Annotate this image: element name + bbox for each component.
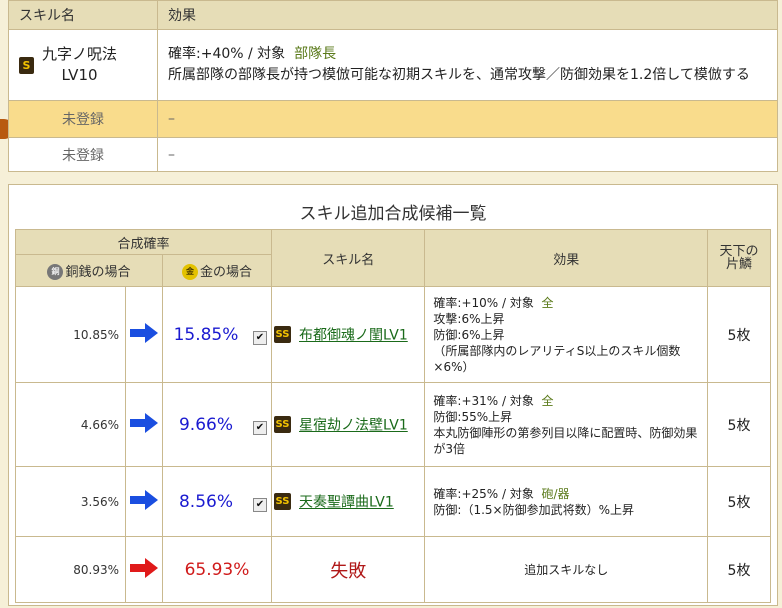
header-skill: スキル名 <box>270 229 426 287</box>
header-effect: 効果 <box>157 0 778 30</box>
candidate-row-fail: 80.93% 65.93% 失敗 追加スキルなし 5枚 <box>15 536 771 603</box>
header-effect: 効果 <box>424 229 708 287</box>
skill-link[interactable]: 天奏聖譚曲LV1 <box>299 495 394 511</box>
header-scale-l2: 片鱗 <box>725 257 752 272</box>
scale-count: 5枚 <box>707 286 771 383</box>
select-checkbox[interactable]: ✔ <box>249 382 272 467</box>
gold-rate: 8.56% <box>162 466 249 537</box>
skill-effect: 確率:+25% / 対象 砲/器 防御:（1.5×防御参加武将数）%上昇 <box>424 466 708 537</box>
arrow-right-icon <box>125 286 163 383</box>
candidate-row: 10.85% 15.85% ✔ SS 布都御魂ノ閨LV1 確率:+10% / 対象… <box>15 286 771 383</box>
candidate-table: 合成確率 スキル名 効果 天下の 片鱗 銅銅銭の場合 金金の場合 10.85% 1… <box>15 229 771 603</box>
scale-count: 5枚 <box>707 536 771 603</box>
effect-desc: 所属部隊の部隊長が持つ模倣可能な初期スキルを、通常攻撃／防御効果を1.2倍して模… <box>168 67 750 83</box>
rank-ss-icon: SS <box>274 326 291 344</box>
candidate-panel: スキル追加合成候補一覧 合成確率 スキル名 効果 天下の 片鱗 銅銅銭の場合 金金… <box>8 184 778 606</box>
empty-slot-row[interactable]: 未登録 – <box>8 100 778 138</box>
panel-title: スキル追加合成候補一覧 <box>299 204 487 224</box>
equipped-skill-row: S 九字ノ呪法 LV10 確率:+40% / 対象 部隊長 所属部隊の部隊長が持つ模… <box>8 29 778 101</box>
skill-link[interactable]: 布都御魂ノ閨LV1 <box>299 328 408 344</box>
slot-effect: – <box>157 137 778 172</box>
header-prob: 合成確率 <box>15 229 272 255</box>
select-checkbox[interactable]: ✔ <box>249 466 272 537</box>
scale-count: 5枚 <box>707 382 771 467</box>
header-gold: 金金の場合 <box>162 254 272 287</box>
header-skill-name: スキル名 <box>8 0 158 30</box>
equipped-skills-table: スキル名 効果 S 九字ノ呪法 LV10 確率:+40% / 対象 部隊長 所属部隊… <box>8 0 778 172</box>
slot-name: 未登録 <box>8 137 158 172</box>
skill-effect: 確率:+31% / 対象 全 防御:55%上昇 本丸防御陣形の第参列目以降に配置… <box>424 382 708 467</box>
rank-ss-icon: SS <box>274 416 291 434</box>
effect-target: 部隊長 <box>294 46 337 62</box>
fail-label: 失敗 <box>270 536 426 603</box>
skill-name: 九字ノ呪法 <box>42 45 118 63</box>
skill-link[interactable]: 星宿劫ノ法壁LV1 <box>299 418 408 434</box>
header-scale: 天下の 片鱗 <box>707 229 771 287</box>
copper-rate: 3.56% <box>15 466 126 537</box>
skill-effect: 追加スキルなし <box>424 536 708 603</box>
effect-prob: 確率:+40% / 対象 <box>168 46 286 62</box>
gold-rate: 15.85% <box>162 286 249 383</box>
rank-s-icon: S <box>19 56 34 74</box>
gold-rate: 65.93% <box>162 536 272 603</box>
empty-slot-row[interactable]: 未登録 – <box>8 137 778 172</box>
copper-coin-icon: 銅 <box>47 264 64 281</box>
arrow-right-icon <box>125 536 163 603</box>
arrow-right-icon <box>125 466 163 537</box>
slot-name: 未登録 <box>8 100 158 138</box>
rank-ss-icon: SS <box>274 493 291 511</box>
copper-rate: 4.66% <box>15 382 126 467</box>
skill-level: LV10 <box>61 66 98 84</box>
copper-rate: 10.85% <box>15 286 126 383</box>
skill-effect: 確率:+10% / 対象 全 攻撃:6%上昇 防御:6%上昇 （所属部隊内のレア… <box>424 286 708 383</box>
candidate-row: 4.66% 9.66% ✔ SS 星宿劫ノ法壁LV1 確率:+31% / 対象 全… <box>15 382 771 467</box>
gold-coin-icon: 金 <box>181 264 198 281</box>
header-copper: 銅銅銭の場合 <box>15 254 163 287</box>
gold-rate: 9.66% <box>162 382 249 467</box>
copper-rate: 80.93% <box>15 536 126 603</box>
candidate-row: 3.56% 8.56% ✔ SS 天奏聖譚曲LV1 確率:+25% / 対象 砲/… <box>15 466 771 537</box>
slot-effect: – <box>157 100 778 138</box>
select-checkbox[interactable]: ✔ <box>249 286 272 383</box>
arrow-right-icon <box>125 382 163 467</box>
scale-count: 5枚 <box>707 466 771 537</box>
